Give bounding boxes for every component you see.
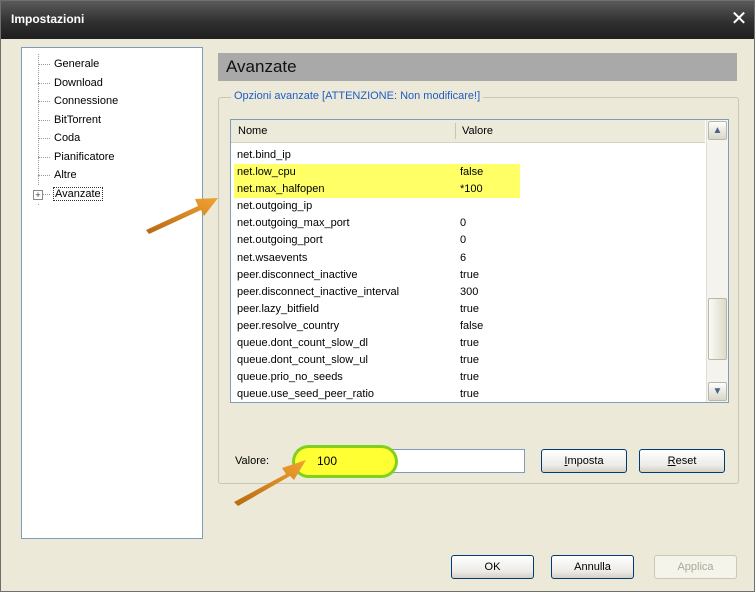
- list-header: Nome Valore: [231, 120, 705, 143]
- option-name: peer.lazy_bitfield: [237, 302, 319, 315]
- table-row[interactable]: net.wsaevents 6: [231, 250, 705, 267]
- option-name: peer.disconnect_inactive: [237, 268, 358, 281]
- tree-item-generale[interactable]: Generale: [22, 55, 202, 74]
- tree-item-coda[interactable]: Coda: [22, 129, 202, 148]
- option-value: true: [460, 268, 479, 281]
- value-input-text[interactable]: 100: [317, 454, 337, 468]
- vertical-scrollbar[interactable]: ▲ ▼: [706, 120, 728, 402]
- option-value: true: [460, 354, 479, 367]
- column-separator[interactable]: [455, 123, 456, 139]
- reset-button-mnemonic: R: [667, 455, 676, 467]
- option-value: 300: [460, 285, 479, 298]
- annotation-arrow-icon: [146, 198, 218, 234]
- tree-item-label: Avanzate: [53, 186, 103, 201]
- option-value: *100: [460, 183, 483, 196]
- reset-button[interactable]: Reset: [639, 449, 725, 473]
- close-icon[interactable]: ✕: [728, 8, 750, 30]
- table-row[interactable]: queue.use_seed_peer_ratio true: [231, 386, 705, 402]
- option-name: queue.dont_count_slow_ul: [237, 354, 368, 367]
- option-value: 6: [460, 251, 467, 264]
- option-value: false: [460, 166, 484, 179]
- option-value: false: [460, 319, 484, 332]
- option-name: queue.use_seed_peer_ratio: [237, 388, 375, 401]
- option-name: net.outgoing_max_port: [237, 217, 350, 230]
- tree-item-connessione[interactable]: Connessione: [22, 92, 202, 111]
- option-name: peer.disconnect_inactive_interval: [237, 285, 400, 298]
- option-name: net.outgoing_port: [237, 234, 323, 247]
- advanced-options-list[interactable]: Nome Valore net.bind_ip net.low_cpu false n…: [230, 119, 729, 403]
- ok-button[interactable]: OK: [451, 555, 534, 579]
- option-value: true: [460, 302, 479, 315]
- tree-item-pianificatore[interactable]: Pianificatore: [22, 148, 202, 167]
- option-value: true: [460, 337, 479, 350]
- option-value: 0: [460, 217, 467, 230]
- tree-item-label: Generale: [54, 58, 100, 70]
- table-row[interactable]: net.low_cpu false: [231, 164, 705, 181]
- table-row[interactable]: net.outgoing_port 0: [231, 232, 705, 249]
- group-title: Opzioni avanzate [ATTENZIONE: Non modifi…: [231, 90, 484, 102]
- chevron-up-icon[interactable]: ▲: [708, 121, 727, 140]
- option-name: net.low_cpu: [237, 166, 296, 179]
- option-name: net.wsaevents: [237, 251, 308, 264]
- dialog-client: Generale Download Connessione BitTorrent…: [4, 39, 751, 590]
- tree-item-label: Connessione: [54, 95, 119, 107]
- option-name: net.outgoing_ip: [237, 200, 313, 213]
- option-value: 0: [460, 234, 467, 247]
- category-tree: Generale Download Connessione BitTorrent…: [21, 47, 203, 539]
- annotation-arrow-icon: [234, 460, 306, 506]
- chevron-down-icon[interactable]: ▼: [708, 382, 727, 401]
- option-name: peer.resolve_country: [237, 319, 340, 332]
- set-button[interactable]: Imposta: [541, 449, 627, 473]
- column-header-value[interactable]: Valore: [462, 125, 493, 137]
- option-name: net.max_halfopen: [237, 183, 325, 196]
- table-row[interactable]: queue.dont_count_slow_dl true: [231, 335, 705, 352]
- tree-item-label: Download: [54, 76, 103, 89]
- title-bar: Impostazioni ✕: [1, 1, 754, 39]
- table-row[interactable]: queue.prio_no_seeds true: [231, 369, 705, 386]
- tree-item-label: BitTorrent: [54, 113, 102, 126]
- table-row[interactable]: peer.disconnect_inactive true: [231, 267, 705, 284]
- list-rows: net.bind_ip net.low_cpu false net.max_halfo…: [231, 147, 705, 402]
- scroll-thumb[interactable]: [708, 298, 727, 360]
- tree-item-label: Altre: [54, 169, 77, 181]
- page-title: Avanzate: [218, 53, 737, 81]
- apply-button: Applica: [654, 555, 737, 579]
- tree-expander-icon[interactable]: +: [33, 189, 43, 200]
- settings-window: Impostazioni ✕ Generale Download Conness…: [0, 0, 755, 592]
- option-value: true: [460, 371, 479, 384]
- table-row[interactable]: peer.disconnect_inactive_interval 300: [231, 284, 705, 301]
- option-value: true: [460, 388, 479, 401]
- table-row[interactable]: queue.dont_count_slow_ul true: [231, 352, 705, 369]
- table-row[interactable]: net.outgoing_ip: [231, 198, 705, 215]
- table-row[interactable]: net.max_halfopen *100: [231, 181, 705, 198]
- tree-item-altre[interactable]: Altre: [22, 166, 202, 185]
- window-title: Impostazioni: [11, 12, 85, 26]
- tree-item-download[interactable]: Download: [22, 74, 202, 93]
- table-row[interactable]: peer.lazy_bitfield true: [231, 301, 705, 318]
- option-name: queue.dont_count_slow_dl: [237, 337, 368, 350]
- reset-button-label: eset: [675, 455, 697, 467]
- tree-item-bittorrent[interactable]: BitTorrent: [22, 111, 202, 130]
- option-name: queue.prio_no_seeds: [237, 371, 343, 384]
- column-header-name[interactable]: Nome: [238, 125, 267, 137]
- table-row[interactable]: net.outgoing_max_port 0: [231, 215, 705, 232]
- option-name: net.bind_ip: [237, 149, 291, 161]
- tree-item-label: Coda: [54, 132, 81, 144]
- table-row[interactable]: peer.resolve_country false: [231, 318, 705, 335]
- set-button-label: mposta: [567, 455, 604, 467]
- table-row[interactable]: net.bind_ip: [231, 147, 705, 164]
- tree-item-label: Pianificatore: [54, 150, 115, 163]
- cancel-button[interactable]: Annulla: [551, 555, 634, 579]
